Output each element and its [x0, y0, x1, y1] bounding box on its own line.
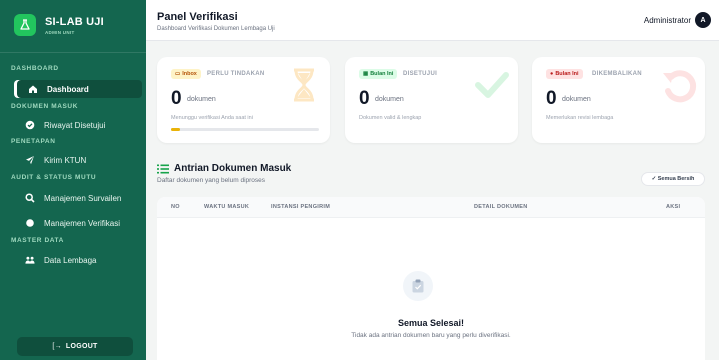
card-description: Menunggu verifikasi Anda saat ini	[171, 115, 253, 121]
flask-logo-icon	[14, 14, 36, 36]
card-description: Dokumen valid & lengkap	[359, 115, 422, 121]
card-unit: dokumen	[562, 96, 591, 103]
users-icon	[25, 255, 35, 265]
stat-card-disetujui: ▦ Bulan Ini DISETUJUI 0 dokumen Dokumen …	[345, 57, 518, 143]
card-value: 0	[171, 88, 182, 109]
sidebar-item-riwayat-disetujui[interactable]: Riwayat Disetujui	[14, 116, 138, 134]
queue-subtitle: Daftar dokumen yang belum diproses	[157, 177, 266, 184]
user-name[interactable]: Administrator	[644, 16, 691, 25]
list-icon	[157, 164, 169, 174]
queue-title: Antrian Dokumen Masuk	[174, 163, 292, 174]
sidebar-item-label: Dashboard	[47, 84, 89, 94]
card-label: DIKEMBALIKAN	[592, 71, 642, 77]
nav-section-dokumen-masuk: DOKUMEN MASUK	[11, 103, 79, 110]
check-circle-icon	[25, 120, 35, 130]
sidebar-item-label: Riwayat Disetujui	[44, 120, 106, 130]
card-value: 0	[359, 88, 370, 109]
status-badge: ▦ Bulan Ini	[359, 69, 398, 79]
stat-card-dikembalikan: ● Bulan Ini DIKEMBALIKAN 0 dokumen Memer…	[532, 57, 705, 143]
sidebar-item-label: Data Lembaga	[44, 255, 97, 265]
sidebar-item-data-lembaga[interactable]: Data Lembaga	[14, 251, 138, 269]
card-label: PERLU TINDAKAN	[207, 71, 265, 77]
search-icon	[25, 193, 35, 203]
top-header: Panel Verifikasi Dashboard Verifikasi Do…	[146, 0, 719, 41]
queue-table: NO WAKTU MASUK INSTANSI PENGIRIM DETAIL …	[157, 197, 705, 360]
sidebar: SI-LAB UJI ADMIN UNIT DASHBOARD Dashboar…	[0, 0, 146, 360]
sidebar-item-dashboard[interactable]: Dashboard	[17, 80, 142, 98]
calendar-icon: ▦	[363, 71, 369, 77]
column-header-no: NO	[171, 204, 180, 210]
column-header-aksi: AKSI	[666, 204, 681, 210]
column-header-detail: DETAIL DOKUMEN	[474, 204, 528, 210]
logout-button[interactable]: [→ LOGOUT	[17, 337, 133, 356]
nav-section-master-data: MASTER DATA	[11, 237, 64, 244]
column-header-instansi: INSTANSI PENGIRIM	[271, 204, 331, 210]
sidebar-item-manajemen-survailen[interactable]: Manajemen Survailen	[14, 189, 138, 207]
card-value: 0	[546, 88, 557, 109]
logout-label: LOGOUT	[65, 343, 98, 350]
sidebar-item-label: Kirim KTUN	[44, 155, 87, 165]
nav-section-penetapan: PENETAPAN	[11, 138, 56, 145]
shield-check-icon	[25, 218, 35, 228]
inbox-icon: ▭	[175, 71, 181, 77]
sidebar-item-label: Manajemen Survailen	[44, 193, 122, 203]
empty-state-title: Semua Selesai!	[397, 318, 465, 328]
check-icon	[475, 72, 509, 98]
page-title: Panel Verifikasi	[157, 11, 238, 23]
undo-icon	[663, 70, 697, 103]
home-icon	[28, 84, 38, 94]
brand[interactable]: SI-LAB UJI ADMIN UNIT	[14, 14, 104, 36]
column-header-waktu-masuk: WAKTU MASUK	[204, 204, 250, 210]
nav-section-audit: AUDIT & STATUS MUTU	[11, 174, 97, 181]
empty-state-subtitle: Tidak ada antrian dokumen baru yang perl…	[351, 332, 511, 339]
hourglass-icon	[294, 68, 314, 102]
status-badge: ● Bulan Ini	[546, 69, 583, 79]
sidebar-item-label: Manajemen Verifikasi	[44, 218, 121, 228]
all-clear-badge: ✓ Semua Bersih	[641, 172, 705, 186]
status-badge: ▭ Inbox	[171, 69, 201, 79]
badge-label: Inbox	[182, 71, 197, 77]
divider	[0, 52, 146, 53]
badge-label: Bulan Ini	[555, 71, 579, 77]
brand-title: SI-LAB UJI	[45, 15, 104, 28]
stat-card-perlu-tindakan: ▭ Inbox PERLU TINDAKAN 0 dokumen Menungg…	[157, 57, 330, 143]
card-unit: dokumen	[187, 96, 216, 103]
card-unit: dokumen	[375, 96, 404, 103]
nav-section-dashboard: DASHBOARD	[11, 65, 59, 72]
card-description: Memerlukan revisi lembaga	[546, 115, 614, 121]
page-subtitle: Dashboard Verifikasi Dokumen Lembaga Uji	[157, 26, 275, 32]
alert-icon: ●	[550, 71, 554, 77]
sidebar-item-kirim-ktun[interactable]: Kirim KTUN	[14, 151, 138, 169]
progress-fill	[171, 128, 180, 131]
clipboard-check-icon	[403, 271, 433, 301]
progress-bar	[171, 128, 319, 131]
send-icon	[25, 155, 35, 165]
sidebar-item-manajemen-verifikasi[interactable]: Manajemen Verifikasi	[14, 214, 138, 232]
badge-label: Bulan Ini	[370, 71, 394, 77]
avatar[interactable]: A	[695, 12, 711, 28]
card-label: DISETUJUI	[403, 71, 438, 77]
logout-icon: [→	[52, 343, 62, 350]
brand-subtitle: ADMIN UNIT	[45, 29, 75, 35]
table-header: NO WAKTU MASUK INSTANSI PENGIRIM DETAIL …	[157, 197, 705, 218]
